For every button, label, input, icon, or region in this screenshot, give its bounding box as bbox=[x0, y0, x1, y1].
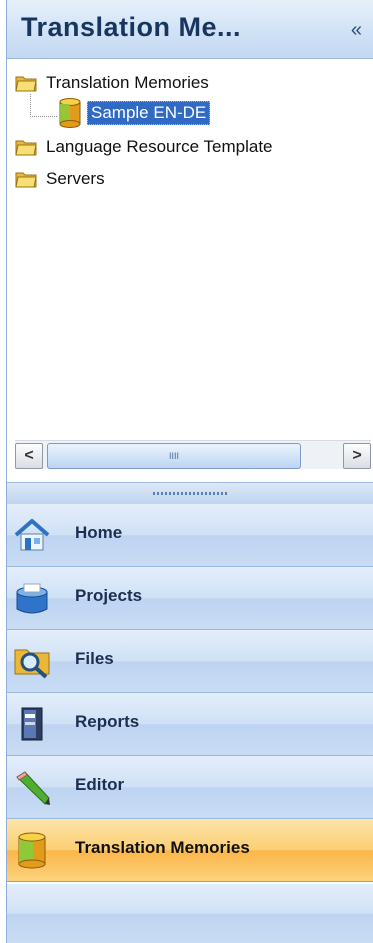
panel-header: Translation Me... « bbox=[7, 0, 373, 59]
nav-item-projects[interactable]: Projects bbox=[7, 567, 373, 630]
scroll-thumb[interactable]: IIII bbox=[47, 443, 301, 469]
files-icon bbox=[14, 649, 50, 679]
nav-item-label: Reports bbox=[75, 712, 140, 731]
nav-item-files[interactable]: Files bbox=[7, 630, 373, 693]
panel-splitter[interactable] bbox=[7, 482, 373, 506]
folder-icon bbox=[15, 172, 37, 188]
horizontal-scrollbar[interactable]: < IIII > bbox=[15, 440, 371, 469]
database-icon bbox=[18, 832, 46, 869]
home-icon bbox=[14, 519, 50, 551]
nav-item-label: Editor bbox=[75, 775, 125, 794]
tree-item-label: Servers bbox=[46, 169, 105, 188]
nav-item-label: Projects bbox=[75, 586, 143, 605]
nav-item-reports[interactable]: Reports bbox=[7, 693, 373, 756]
splitter-grip bbox=[153, 492, 229, 495]
tree-item-translation-memories[interactable]: Translation Memories bbox=[15, 70, 212, 96]
nav-item-label: Files bbox=[75, 649, 114, 668]
reports-icon bbox=[21, 707, 43, 741]
nav-item-home[interactable]: Home bbox=[7, 504, 373, 567]
panel-title: Translation Me... bbox=[21, 12, 242, 42]
nav-item-editor[interactable]: Editor bbox=[7, 756, 373, 819]
navigation-panel: Translation Me... « Translation Memories… bbox=[6, 0, 373, 943]
nav-item-translation-memories[interactable]: Translation Memories bbox=[7, 819, 373, 882]
scroll-right-button[interactable]: > bbox=[343, 443, 371, 469]
editor-icon bbox=[16, 771, 50, 805]
scroll-left-button[interactable]: < bbox=[15, 443, 43, 469]
tree-item-sample-en-de[interactable]: Sample EN-DE bbox=[57, 98, 211, 128]
database-icon bbox=[59, 98, 81, 128]
nav-item-label: Home bbox=[75, 523, 123, 542]
tm-tree: Translation Memories Sample EN-DE Langua… bbox=[7, 62, 373, 442]
tree-item-label: Translation Memories bbox=[46, 73, 209, 92]
nav-footer bbox=[7, 884, 373, 943]
nav-item-label: Translation Memories bbox=[75, 838, 250, 857]
tree-item-label: Language Resource Template bbox=[46, 137, 273, 156]
tree-connector bbox=[30, 94, 57, 117]
tree-item-label-selected: Sample EN-DE bbox=[87, 101, 211, 125]
projects-icon bbox=[16, 583, 48, 614]
collapse-icon[interactable]: « bbox=[351, 20, 362, 40]
folder-icon bbox=[15, 76, 37, 92]
tree-item-language-resource-template[interactable]: Language Resource Template bbox=[15, 134, 276, 160]
tree-item-servers[interactable]: Servers bbox=[15, 166, 108, 192]
folder-icon bbox=[15, 140, 37, 156]
